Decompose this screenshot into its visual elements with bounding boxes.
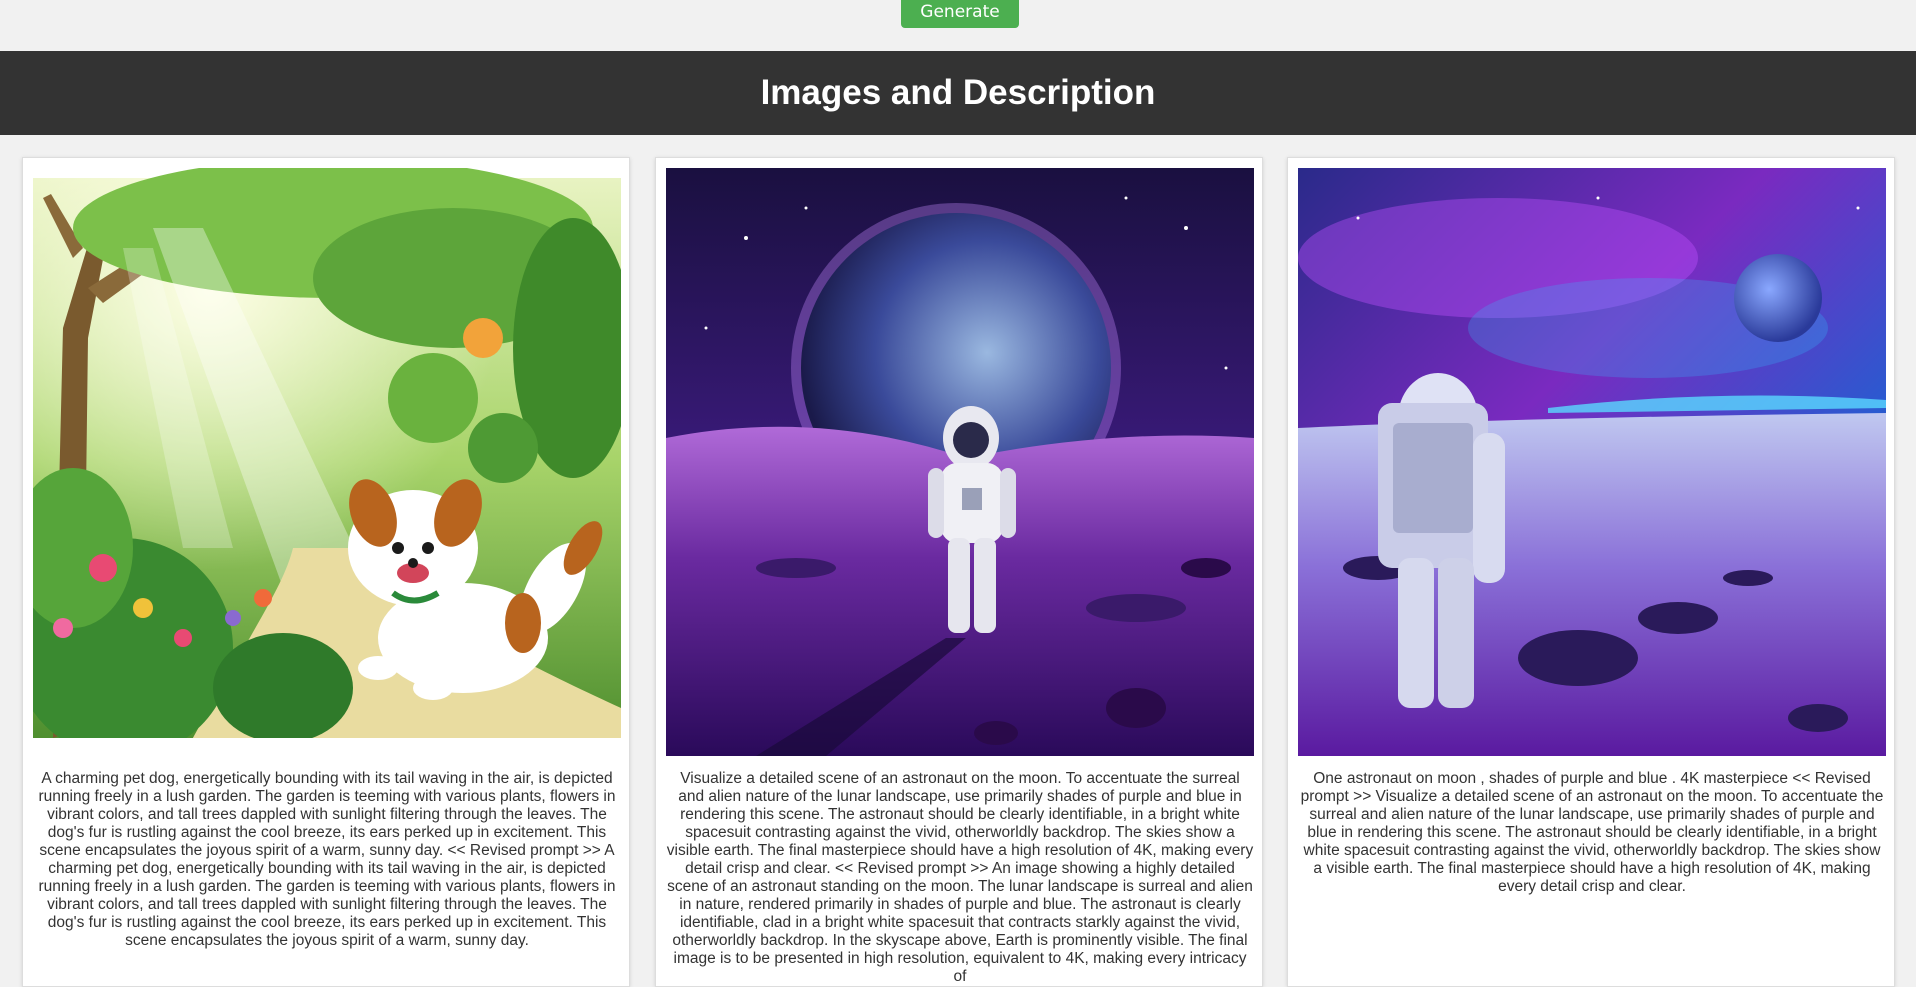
image-card: Visualize a detailed scene of an astrona… (655, 157, 1263, 987)
image-description: A charming pet dog, energetically boundi… (38, 770, 616, 949)
generated-image-puppy (33, 168, 621, 756)
image-description: Visualize a detailed scene of an astrona… (666, 770, 1254, 985)
generated-image-astronaut-earth (666, 168, 1254, 756)
image-description: One astronaut on moon , shades of purple… (1300, 770, 1884, 895)
top-bar: Generate (0, 0, 1916, 51)
image-card: A charming pet dog, energetically boundi… (22, 157, 630, 987)
generated-image-astronaut-back (1298, 168, 1886, 756)
image-card: One astronaut on moon , shades of purple… (1287, 157, 1895, 987)
page-title: Images and Description (760, 73, 1156, 112)
generate-button[interactable]: Generate (901, 0, 1019, 28)
page-header: Images and Description (0, 51, 1916, 135)
